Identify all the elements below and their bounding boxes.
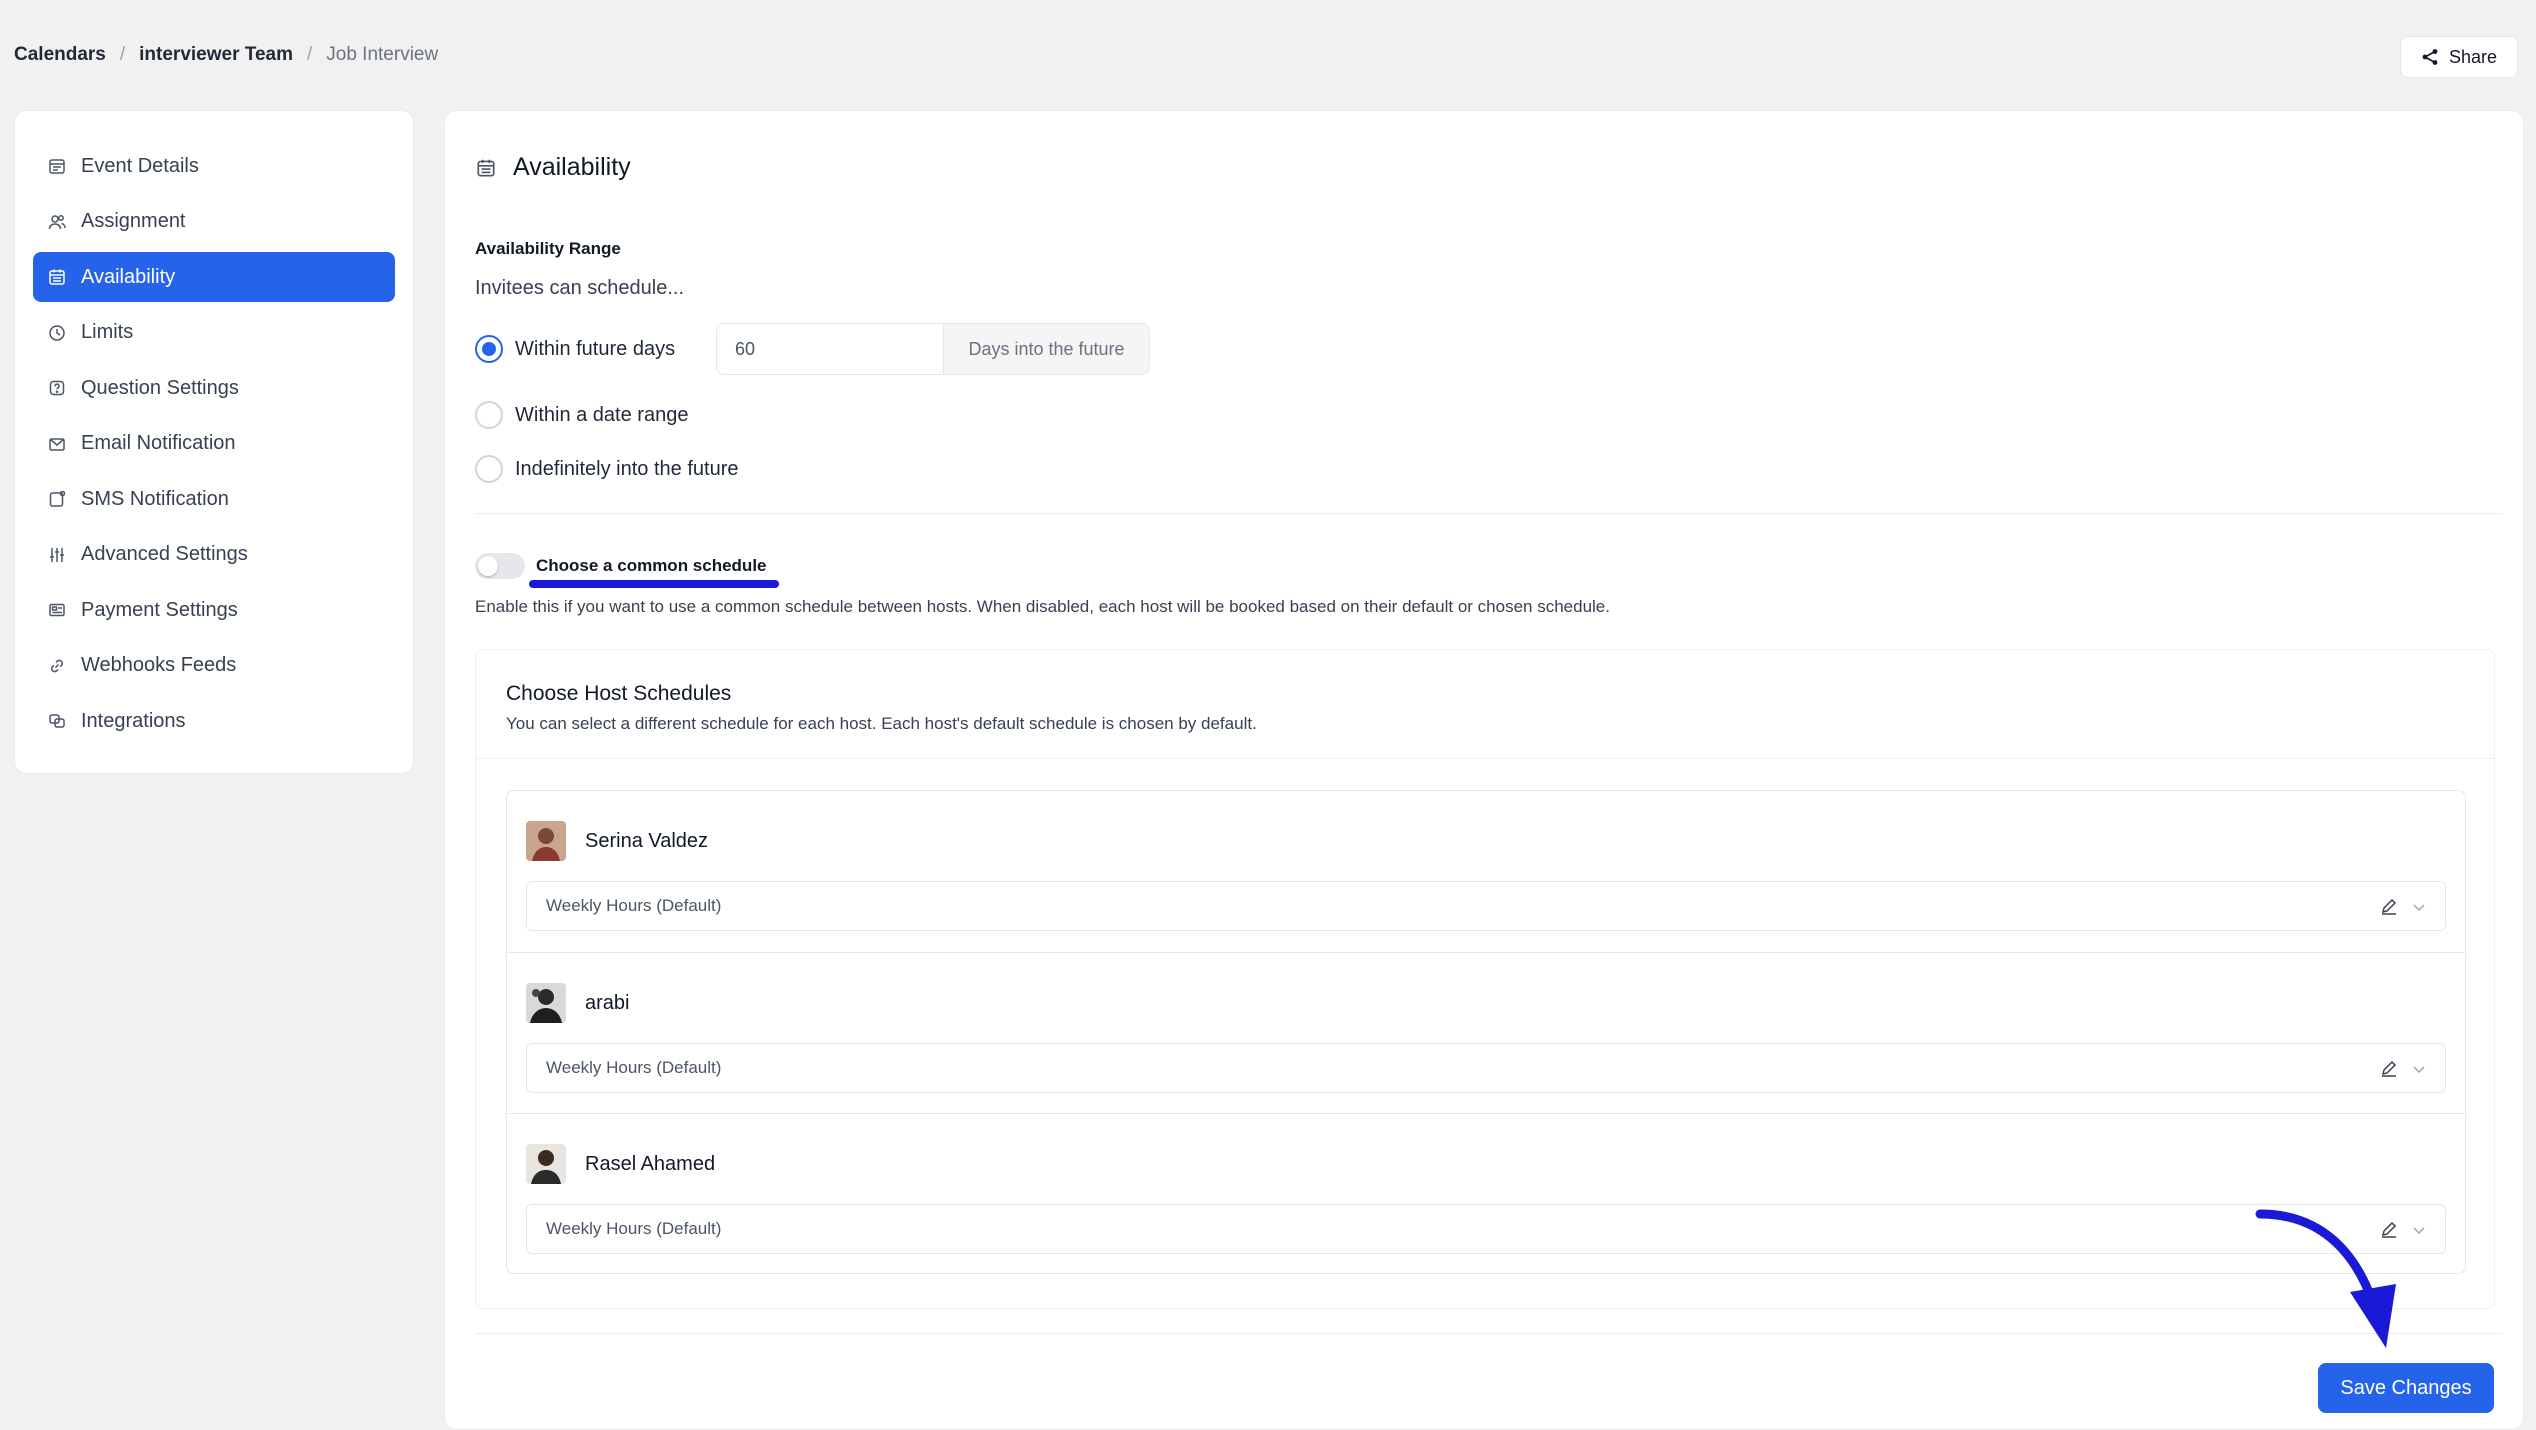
sidebar-item-label: SMS Notification bbox=[81, 487, 229, 510]
users-icon bbox=[48, 214, 66, 229]
sidebar-item-integrations[interactable]: Integrations bbox=[33, 696, 395, 746]
footer-divider bbox=[475, 1333, 2503, 1334]
schedule-select-value: Weekly Hours (Default) bbox=[546, 896, 722, 915]
days-suffix-label: Days into the future bbox=[943, 324, 1149, 374]
option-label: Indefinitely into the future bbox=[515, 457, 739, 480]
host-name: arabi bbox=[585, 992, 630, 1014]
clock-icon bbox=[49, 324, 65, 341]
sidebar-item-payment-settings[interactable]: Payment Settings bbox=[33, 585, 395, 635]
page-title: Availability bbox=[475, 153, 631, 182]
chevron-down-icon[interactable] bbox=[2411, 1222, 2427, 1238]
breadcrumb-calendars[interactable]: Calendars bbox=[14, 44, 106, 66]
host-name: Rasel Ahamed bbox=[585, 1153, 716, 1175]
schedule-select[interactable]: Weekly Hours (Default) bbox=[526, 1043, 2446, 1093]
schedule-select-value: Weekly Hours (Default) bbox=[546, 1058, 722, 1077]
schedule-select[interactable]: Weekly Hours (Default) bbox=[526, 1204, 2446, 1254]
sidebar-item-label: Availability bbox=[81, 265, 176, 288]
breadcrumb-separator: / bbox=[119, 44, 126, 65]
common-schedule-toggle[interactable] bbox=[475, 553, 525, 579]
radio-date-range[interactable] bbox=[475, 401, 503, 429]
avatar bbox=[526, 1144, 566, 1184]
sidebar-item-label: Integrations bbox=[81, 709, 186, 732]
sidebar-item-label: Assignment bbox=[81, 210, 186, 232]
sidebar-item-sms-notification[interactable]: SMS Notification bbox=[33, 474, 395, 524]
sidebar-item-label: Payment Settings bbox=[81, 598, 238, 621]
sidebar-item-label: Limits bbox=[81, 321, 134, 343]
chevron-down-icon[interactable] bbox=[2411, 1061, 2427, 1077]
sidebar-item-email-notification[interactable]: Email Notification bbox=[33, 419, 395, 469]
common-schedule-help: Enable this if you want to use a common … bbox=[475, 597, 1610, 616]
option-future-days[interactable]: Within future days bbox=[475, 335, 675, 363]
radio-future-days[interactable] bbox=[475, 335, 503, 363]
mail-icon bbox=[49, 437, 65, 451]
host-schedules-subtitle: You can select a different schedule for … bbox=[506, 714, 1257, 733]
top-bar: Calendars / interviewer Team / Job Inter… bbox=[0, 0, 2536, 110]
common-schedule-label: Choose a common schedule bbox=[536, 556, 767, 575]
section-divider bbox=[475, 513, 2503, 514]
sidebar-item-question-settings[interactable]: Question Settings bbox=[33, 363, 395, 413]
schedule-select[interactable]: Weekly Hours (Default) bbox=[526, 881, 2446, 931]
breadcrumb-separator: / bbox=[306, 44, 313, 65]
option-date-range-row[interactable]: Within a date range bbox=[475, 401, 688, 429]
annotation-underline bbox=[529, 580, 779, 588]
future-days-input-group: Days into the future bbox=[716, 323, 1150, 375]
sidebar-item-assignment[interactable]: Assignment bbox=[33, 197, 395, 247]
breadcrumb-team[interactable]: interviewer Team bbox=[139, 44, 293, 66]
host-name: Serina Valdez bbox=[585, 830, 709, 852]
sidebar-item-label: Advanced Settings bbox=[81, 543, 248, 565]
sidebar-item-limits[interactable]: Limits bbox=[33, 308, 395, 358]
avatar bbox=[526, 983, 566, 1023]
sliders-icon bbox=[50, 547, 64, 562]
share-label: Share bbox=[2448, 46, 2498, 67]
annotation-arrow-icon bbox=[2255, 1209, 2396, 1348]
sidebar: Event Details Assignment Availability Li… bbox=[14, 110, 414, 774]
sidebar-item-event-details[interactable]: Event Details bbox=[33, 141, 395, 191]
sidebar-item-label: Webhooks Feeds bbox=[81, 654, 237, 676]
question-icon bbox=[49, 380, 65, 396]
calendar-icon bbox=[49, 269, 65, 285]
sidebar-item-label: Event Details bbox=[81, 154, 199, 177]
host-schedules-title: Choose Host Schedules bbox=[506, 682, 732, 705]
calendar-details-icon bbox=[49, 159, 65, 174]
integrations-icon bbox=[49, 714, 65, 728]
edit-icon[interactable] bbox=[2379, 896, 2399, 916]
share-icon bbox=[2422, 49, 2438, 65]
host-list: Serina Valdez Weekly Hours (Default) ara… bbox=[506, 790, 2466, 1274]
chevron-down-icon[interactable] bbox=[2411, 899, 2427, 915]
save-changes-button[interactable]: Save Changes bbox=[2318, 1363, 2494, 1413]
availability-range-label: Availability Range bbox=[475, 239, 621, 258]
sidebar-item-label: Email Notification bbox=[81, 432, 236, 454]
availability-panel: Availability Availability Range Invitees… bbox=[444, 110, 2524, 1430]
link-icon bbox=[50, 659, 64, 672]
option-label: Within future days bbox=[515, 337, 676, 360]
sidebar-item-availability[interactable]: Availability bbox=[33, 252, 395, 302]
list-item: Rasel Ahamed Weekly Hours (Default) bbox=[507, 1113, 2465, 1274]
breadcrumb: Calendars / interviewer Team / Job Inter… bbox=[14, 44, 438, 66]
schedule-select-value: Weekly Hours (Default) bbox=[546, 1219, 722, 1238]
option-indefinitely[interactable]: Indefinitely into the future bbox=[475, 455, 738, 483]
host-panel-divider bbox=[476, 758, 2494, 759]
edit-icon[interactable] bbox=[2379, 1058, 2399, 1078]
host-schedules-panel: Choose Host Schedules You can select a d… bbox=[475, 649, 2495, 1309]
sidebar-item-advanced-settings[interactable]: Advanced Settings bbox=[33, 530, 395, 580]
radio-indefinitely[interactable] bbox=[475, 455, 503, 483]
sms-icon bbox=[49, 490, 66, 507]
share-button[interactable]: Share bbox=[2400, 36, 2518, 78]
list-item: arabi Weekly Hours (Default) bbox=[507, 952, 2465, 1113]
invitees-schedule-text: Invitees can schedule... bbox=[475, 277, 685, 299]
calendar-icon bbox=[477, 159, 495, 177]
avatar bbox=[526, 821, 566, 861]
list-item: Serina Valdez Weekly Hours (Default) bbox=[507, 791, 2465, 952]
sidebar-item-webhooks-feeds[interactable]: Webhooks Feeds bbox=[33, 641, 395, 691]
breadcrumb-current: Job Interview bbox=[326, 44, 439, 65]
future-days-input[interactable] bbox=[717, 324, 943, 374]
sidebar-item-label: Question Settings bbox=[81, 376, 239, 399]
page-title-text: Availability bbox=[513, 153, 631, 181]
payment-icon bbox=[49, 603, 65, 617]
option-label: Within a date range bbox=[515, 403, 689, 426]
